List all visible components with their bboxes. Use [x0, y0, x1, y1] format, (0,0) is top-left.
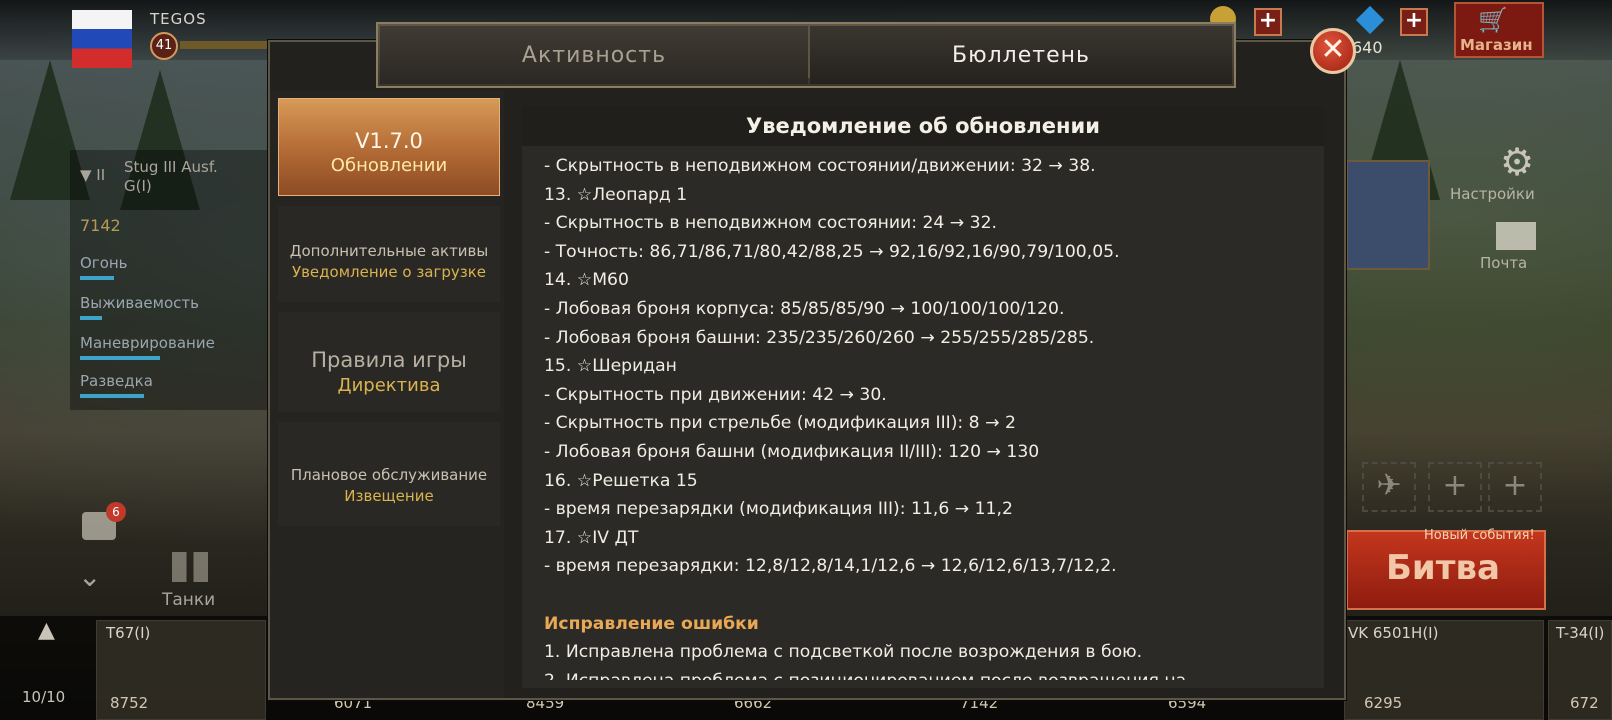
garage-count: 10/10 — [22, 688, 66, 706]
sidebar-item-title: Дополнительные активы — [289, 242, 489, 260]
content-title: Уведомление об обновлении — [522, 106, 1324, 146]
chat-badge: 6 — [106, 502, 126, 522]
tank-cost: 7142 — [80, 216, 121, 235]
sidebar-item-rules[interactable]: Правила игры Директива — [278, 312, 500, 412]
sidebar-item-title: Плановое обслуживание — [290, 466, 488, 484]
equipment-slot[interactable]: + — [1488, 462, 1542, 512]
bulletin-line: 2. Исправлена проблема с позиционировани… — [544, 667, 1304, 680]
up-arrow-icon[interactable]: ▲ — [38, 618, 55, 643]
bulletin-line: 14. ☆M60 — [544, 270, 629, 291]
sidebar-item-assets[interactable]: Дополнительные активы Уведомление о загр… — [278, 206, 500, 302]
bulletin-line: - Лобовая броня корпуса: 85/85/85/90 → 1… — [544, 298, 1065, 319]
settings-label[interactable]: Настройки — [1450, 185, 1535, 203]
stat-recon-label: Разведка — [80, 372, 153, 390]
bulletin-line: - Скрытность в неподвижном состоянии: 24… — [544, 213, 998, 234]
bulletin-line: - Скрытность в неподвижном состоянии/дви… — [544, 156, 1096, 176]
bulletin-line: 1. Исправлена проблема с подсветкой посл… — [544, 642, 1143, 663]
stat-recon-bar — [80, 394, 144, 398]
shop-label: Магазин — [1460, 36, 1533, 54]
equipment-slot[interactable]: ✈ — [1362, 462, 1416, 512]
mail-label[interactable]: Почта — [1480, 254, 1527, 272]
tab-activity[interactable]: Активность — [380, 26, 808, 84]
bulletin-line: - Лобовая броня башни: 235/235/260/260 →… — [544, 327, 1095, 348]
sidebar-item-update[interactable]: V1.7.0 Обновлении — [278, 98, 500, 196]
stat-fire-bar — [80, 276, 114, 280]
close-button[interactable]: ✕ — [1310, 28, 1356, 74]
cart-icon: 🛒 — [1478, 6, 1508, 34]
mail-icon[interactable] — [1496, 222, 1536, 250]
stat-maneuver-bar — [80, 356, 160, 360]
bulletin-line: - время перезарядки (модификация III): 1… — [544, 499, 1013, 520]
xp-bar — [180, 41, 270, 49]
bulletin-section-heading: Исправление ошибки — [544, 613, 759, 634]
tank-card-cost: 672 — [1570, 694, 1599, 712]
bulletin-text[interactable]: - Скрытность в неподвижном состоянии/дви… — [544, 152, 1304, 680]
sidebar-item-subtitle: Обновлении — [330, 155, 448, 176]
bulletin-line: 16. ☆Решетка 15 — [544, 470, 698, 491]
tank-card-name: T67(I) — [106, 624, 151, 642]
sidebar-item-title: V1.7.0 — [355, 129, 423, 153]
equipment-slot[interactable]: + — [1428, 462, 1482, 512]
player-level-badge: 41 — [150, 32, 178, 60]
bulletin-line: 17. ☆IV ДТ — [544, 527, 639, 548]
tank-card-cost: 6295 — [1364, 694, 1403, 712]
bulletin-line: - Скрытность при движении: 42 → 30. — [544, 384, 887, 405]
new-events-label: Новый события! — [1424, 528, 1535, 543]
chevron-down-icon[interactable]: ⌄ — [78, 560, 101, 593]
stat-fire-label: Огонь — [80, 254, 128, 272]
tank-card-name: VK 6501H(I) — [1348, 624, 1439, 642]
stat-survival-bar — [80, 316, 102, 320]
bulletin-line: - Точность: 86,71/86,71/80,42/88,25 → 92… — [544, 241, 1120, 262]
sidebar-item-title: Правила игры — [311, 348, 467, 372]
battle-label[interactable]: Битва — [1386, 548, 1500, 588]
tank-card-cost: 8752 — [110, 694, 149, 712]
gems-count: 640 — [1352, 38, 1383, 57]
sidebar-item-maintenance[interactable]: Плановое обслуживание Извещение — [278, 422, 500, 526]
tank-rank: ▼ II — [80, 166, 106, 184]
bulletin-line: 15. ☆Шеридан — [544, 356, 677, 377]
tank-name: Stug III Ausf. G(I) — [124, 158, 218, 195]
country-flag — [72, 10, 132, 68]
gear-icon[interactable]: ⚙ — [1500, 140, 1534, 184]
bulletin-spacer — [544, 581, 1304, 610]
bulletin-line: - Лобовая броня башни (модификация II/II… — [544, 441, 1040, 462]
player-name: TEGOS — [150, 10, 207, 28]
stat-maneuver-label: Маневрирование — [80, 334, 215, 352]
promo-banner[interactable] — [1346, 160, 1430, 270]
tab-bulletin[interactable]: Бюллетень — [810, 26, 1232, 84]
add-gold-button[interactable]: + — [1254, 8, 1282, 36]
bulletin-line: - Скрытность при стрельбе (модификация I… — [544, 413, 1016, 434]
tanks-label[interactable]: Танки — [162, 590, 215, 610]
add-gems-button[interactable]: + — [1400, 8, 1428, 36]
close-icon: ✕ — [1320, 32, 1346, 67]
bulletin-line: - время перезарядки: 12,8/12,8/14,1/12,6… — [544, 556, 1117, 577]
sidebar-item-subtitle: Директива — [337, 375, 441, 396]
sidebar-item-subtitle: Уведомление о загрузке — [291, 263, 487, 281]
tanks-grid-icon[interactable] — [172, 552, 208, 582]
bulletin-line: 13. ☆Леопард 1 — [544, 184, 688, 205]
sidebar-item-subtitle: Извещение — [344, 487, 434, 505]
stat-survival-label: Выживаемость — [80, 294, 199, 312]
tank-card-name: T-34(I) — [1556, 624, 1605, 642]
